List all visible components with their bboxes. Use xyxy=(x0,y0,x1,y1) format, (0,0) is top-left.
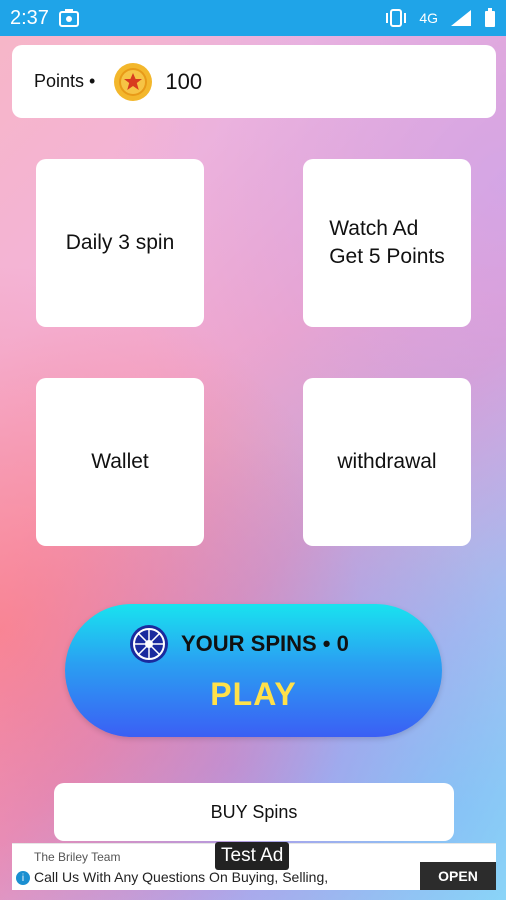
wallet-tile[interactable]: Wallet xyxy=(36,378,204,546)
points-label: Points • xyxy=(34,71,96,91)
ad-open-button[interactable]: OPEN xyxy=(420,862,496,890)
status-bar: 2:37 4G xyxy=(0,0,506,36)
spin-wheel-icon xyxy=(129,624,169,664)
play-button[interactable]: YOUR SPINS • 0 PLAY xyxy=(65,604,442,737)
vibrate-icon xyxy=(385,9,407,27)
spins-row: YOUR SPINS • 0 xyxy=(129,624,349,664)
status-left: 2:37 xyxy=(10,7,79,30)
play-label: PLAY xyxy=(210,676,297,712)
daily-spin-tile[interactable]: Daily 3 spin xyxy=(36,159,204,327)
info-icon[interactable]: i xyxy=(16,871,30,885)
status-time: 2:37 xyxy=(10,6,49,29)
ad-text: Call Us With Any Questions On Buying, Se… xyxy=(34,869,329,885)
watch-ad-tile[interactable]: Watch Ad Get 5 Points xyxy=(303,159,471,327)
battery-icon xyxy=(484,8,496,28)
ad-advertiser: The Briley Team xyxy=(34,850,121,864)
withdrawal-label: withdrawal xyxy=(337,450,437,473)
photo-icon xyxy=(58,9,79,27)
test-ad-label: Test Ad xyxy=(215,842,290,870)
daily-spin-label: Daily 3 spin xyxy=(65,231,175,254)
coin-icon xyxy=(113,62,153,102)
withdrawal-tile[interactable]: withdrawal xyxy=(303,378,471,546)
points-value: 100 xyxy=(165,68,203,94)
buy-spins-label: BUY Spins xyxy=(210,801,298,822)
status-right: 4G xyxy=(385,8,496,28)
wallet-label: Wallet xyxy=(91,450,149,473)
watch-ad-label: Watch Ad Get 5 Points xyxy=(329,217,445,268)
points-card: Points • 100 xyxy=(12,45,496,118)
spins-count: YOUR SPINS • 0 xyxy=(181,631,349,656)
signal-icon xyxy=(450,9,472,27)
buy-spins-button[interactable]: BUY Spins xyxy=(54,783,454,841)
network-type: 4G xyxy=(419,10,438,26)
